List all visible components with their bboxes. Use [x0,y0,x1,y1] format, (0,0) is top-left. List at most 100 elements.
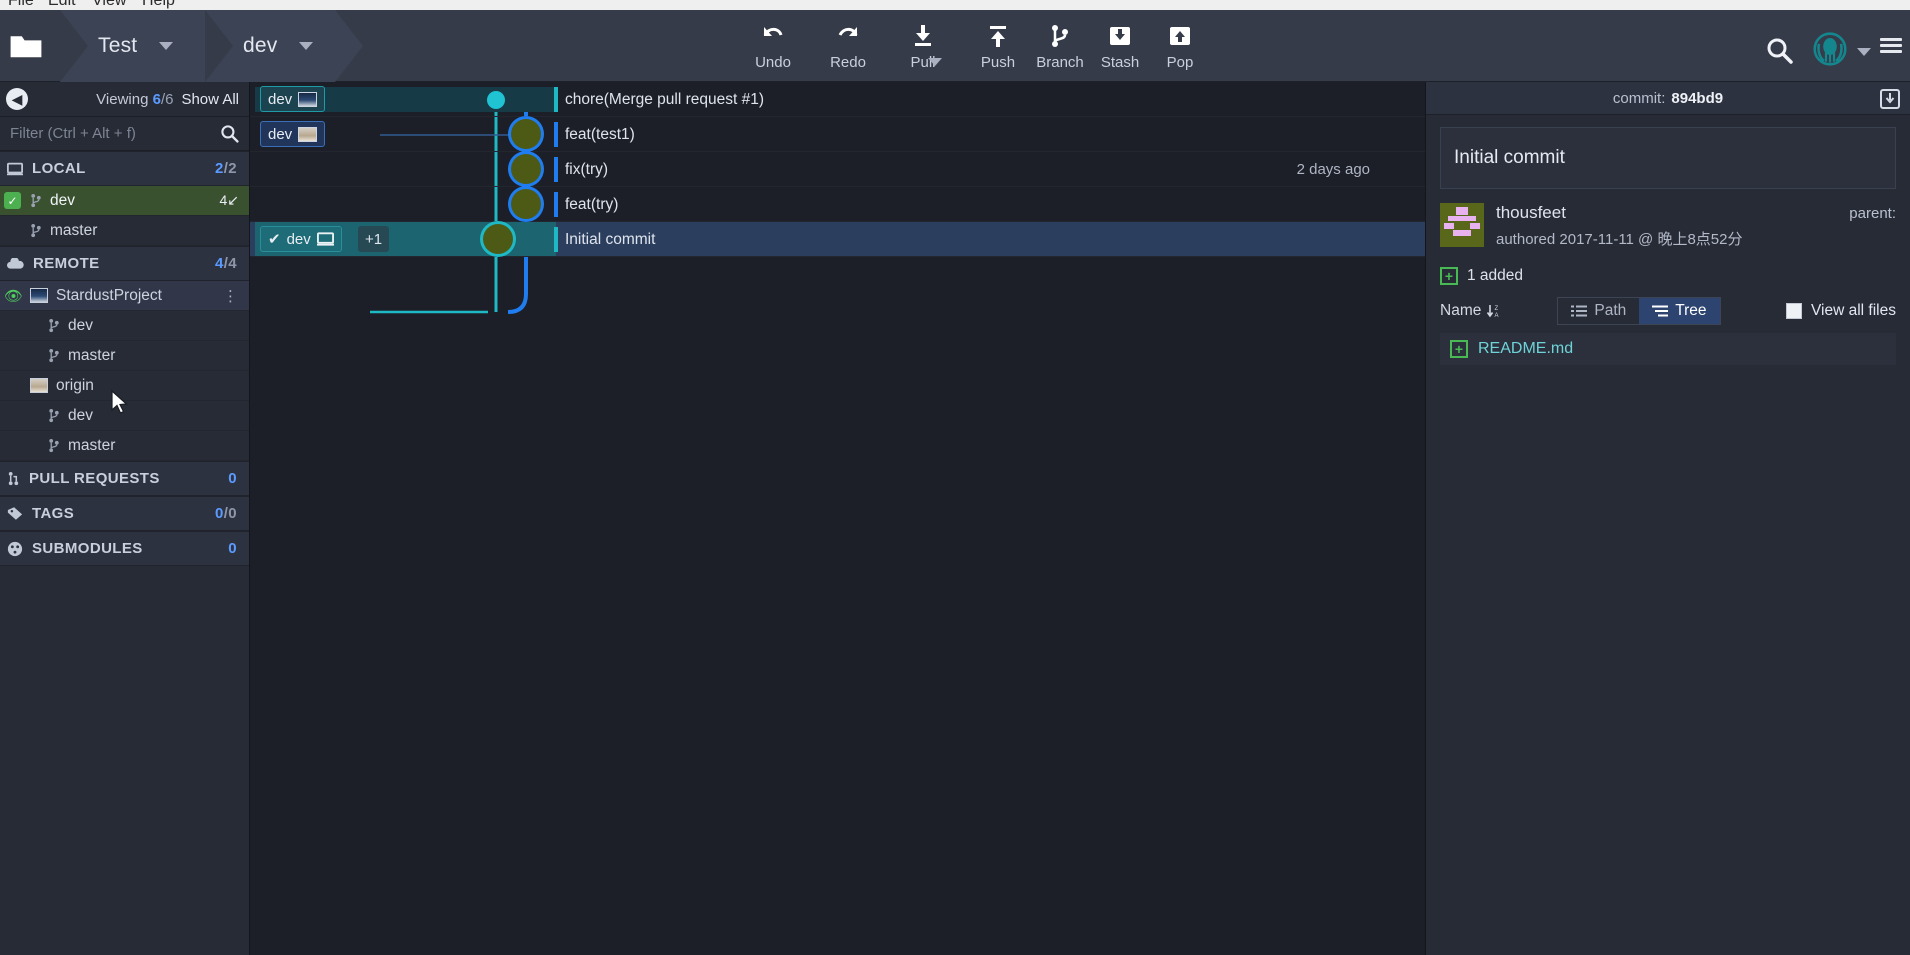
chevron-down-icon[interactable] [299,42,314,50]
view-mode-tree[interactable]: Tree [1639,298,1720,324]
sidebar-item-local-dev[interactable]: ✓ dev 4↙ [0,186,249,216]
filter-bar [0,117,249,151]
menu-item-view[interactable]: View [92,0,126,10]
commit-row-fix-try[interactable]: fix(try) 2 days ago [250,152,1425,187]
view-all-files-toggle[interactable]: View all files [1785,302,1896,320]
remote-avatar-origin [30,378,48,393]
remote-total: /4 [223,255,237,272]
svg-text:A: A [1495,313,1499,319]
search-icon[interactable] [1765,36,1793,64]
eye-icon[interactable]: 👁 [4,287,23,305]
commit-node-dot[interactable] [487,91,505,109]
open-in-panel-icon[interactable] [1880,89,1900,109]
chevron-left-icon[interactable]: ◀ [6,88,28,110]
sidebar-section-pull-requests[interactable]: PULL REQUESTS 0 [0,461,249,496]
search-icon[interactable] [220,124,239,143]
tags-total: /0 [223,505,237,522]
sidebar-section-submodules[interactable]: SUBMODULES 0 [0,531,249,566]
commit-node-avatar[interactable] [511,189,541,219]
pull-button[interactable]: Pull [885,22,961,74]
commit-message: feat(try) [565,195,619,213]
undo-label: Undo [755,54,791,71]
filter-input[interactable] [10,125,220,142]
pull-down-arrow-icon [911,22,935,49]
sidebar-section-tags[interactable]: TAGS 0/0 [0,496,249,531]
account-chevron-down-icon[interactable] [1857,48,1871,56]
view-mode-tree-label: Tree [1675,302,1707,319]
kraken-avatar-icon[interactable] [1813,32,1847,66]
ref-dev-stardust[interactable]: dev [260,86,326,112]
sidebar-item-label: master [68,436,116,454]
ref-dev-origin[interactable]: dev [260,121,326,147]
lane-bar [554,122,558,147]
stash-label: Stash [1100,54,1140,71]
pull-request-icon [8,471,19,486]
stash-box-down-icon [1108,22,1132,49]
sidebar-item-label: master [50,221,98,239]
sidebar-item-origin-master[interactable]: master [0,431,249,461]
menu-item-edit[interactable]: Edit [48,0,76,10]
monitor-icon [316,232,334,246]
sidebar-item-stardust-dev[interactable]: dev [0,311,249,341]
sidebar-item-label: dev [50,191,75,209]
pop-label: Pop [1166,54,1194,71]
ref-dev-local[interactable]: ✔ dev [260,226,342,252]
cloud-icon [7,257,24,269]
commit-row-initial[interactable]: ✔ dev +1 Initial commit [250,222,1425,257]
remote-avatar-stardust [30,288,48,303]
undo-arrow-icon [760,22,786,49]
repo-selector[interactable]: Test [60,10,233,82]
commit-node-avatar[interactable] [511,119,541,149]
extra-refs-badge[interactable]: +1 [358,226,390,252]
commit-message: Initial commit [565,230,656,248]
commit-node-avatar[interactable] [511,154,541,184]
view-mode-path[interactable]: Path [1558,298,1639,324]
sidebar-section-remote[interactable]: REMOTE 4/4 [0,246,249,281]
changed-files-list[interactable]: + README.md [1440,333,1896,365]
folder-icon[interactable] [8,32,44,60]
authored-date: authored 2017-11-11 @ 晚上8点52分 [1496,231,1743,248]
hamburger-menu-icon[interactable] [1880,38,1902,54]
git-branch-icon [49,318,59,333]
sidebar-section-local[interactable]: LOCAL 2/2 [0,151,249,186]
plus-box-icon: + [1450,340,1468,358]
commit-row-feat-test1[interactable]: dev feat(test1) [250,117,1425,152]
section-label-pull-requests: PULL REQUESTS [29,470,160,487]
sidebar-item-local-master[interactable]: master [0,216,249,246]
sort-by-name-button[interactable]: Name Z A [1440,302,1502,320]
undo-button[interactable]: Undo [735,22,811,74]
changes-summary: + 1 added [1440,267,1896,285]
remote-overflow-menu-icon[interactable]: ⋮ [223,287,239,305]
commit-graph-panel[interactable]: dev chore(Merge pull request #1) dev fea… [250,82,1425,955]
view-all-files-checkbox[interactable] [1785,303,1802,319]
commit-row-feat-try[interactable]: feat(try) [250,187,1425,222]
sidebar-item-remote-stardustproject[interactable]: 👁 StardustProject ⋮ [0,281,249,311]
commit-author-block: thousfeet authored 2017-11-11 @ 晚上8点52分 … [1440,203,1896,249]
git-branch-icon [31,223,41,238]
chevron-down-icon[interactable] [159,42,174,50]
commit-node-avatar[interactable] [483,224,513,254]
commit-message-box[interactable]: Initial commit [1440,127,1896,189]
git-branch-icon [49,408,59,423]
monitor-icon [7,162,23,175]
lane-bar [554,227,558,252]
menu-item-file[interactable]: File [8,0,34,10]
sidebar-item-stardust-master[interactable]: master [0,341,249,371]
redo-label: Redo [830,54,866,71]
ref-label: dev [268,90,293,108]
commit-message: chore(Merge pull request #1) [565,90,765,108]
show-all-button[interactable]: Show All [181,91,239,108]
redo-button[interactable]: Redo [810,22,886,74]
author-name: thousfeet [1496,203,1566,222]
menu-item-help[interactable]: Help [142,0,175,10]
pull-options-chevron-down-icon[interactable] [928,58,942,66]
commit-row-chore-merge[interactable]: dev chore(Merge pull request #1) [250,82,1425,117]
branch-selector[interactable]: dev [205,10,363,82]
remote-count: 4 [214,255,224,272]
sort-za-icon: Z A [1487,305,1499,319]
commit-timestamp: 2 days ago [1296,161,1370,178]
pop-button[interactable]: Pop [1142,22,1218,74]
pull-requests-count: 0 [228,470,237,487]
viewing-current: 6 [152,90,161,108]
file-row[interactable]: + README.md [1440,333,1896,365]
